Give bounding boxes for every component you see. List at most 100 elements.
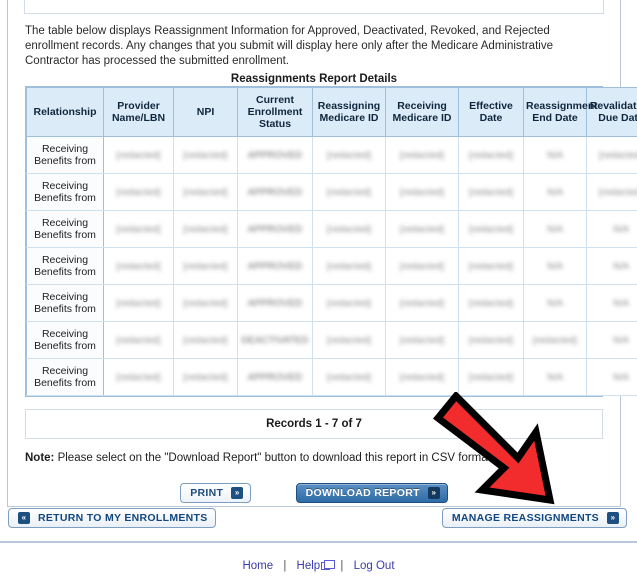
cell-reassignment-end-date: [redacted] <box>523 321 587 359</box>
cell-relationship: Receiving Benefits from <box>26 358 104 396</box>
cell-value: [redacted] <box>116 371 161 383</box>
cell-value: [redacted] <box>326 260 372 272</box>
footer-link-log-out[interactable]: Log Out <box>354 560 395 572</box>
cell-relationship: Receiving Benefits from <box>26 210 104 248</box>
reassignments-table-wrapper: Relationship Provider Name/LBN NPI Curre… <box>25 86 637 397</box>
table-caption: Reassignments Report Details <box>230 73 398 85</box>
cell-receiving-medicare-id: [redacted] <box>385 247 459 285</box>
cell-relationship: Receiving Benefits from <box>26 173 104 211</box>
download-report-button[interactable]: DOWNLOAD REPORT » <box>295 483 448 503</box>
cell-value: N/A <box>613 334 629 346</box>
cell-provider-name: [redacted] <box>103 247 174 285</box>
cell-value: [redacted] <box>183 223 228 235</box>
table-row: Receiving Benefits from [redacted] [redact… <box>26 210 637 248</box>
table-row: Receiving Benefits from [redacted] [redact… <box>26 284 637 322</box>
table-row: Receiving Benefits from [redacted] [redact… <box>26 321 637 359</box>
cell-enrollment-status: APPROVED <box>237 247 313 285</box>
cell-value: [redacted] <box>116 223 161 235</box>
cell-value: [redacted] <box>116 260 161 272</box>
content-frame: Records 1 - 7 of 7 The table below displ… <box>7 0 637 507</box>
cell-value: [redacted] <box>326 149 372 161</box>
cell-reassignment-end-date: N/A <box>523 284 587 322</box>
cell-value: [redacted] <box>183 334 228 346</box>
download-report-button-label: DOWNLOAD REPORT <box>305 487 420 499</box>
cell-receiving-medicare-id: [redacted] <box>385 173 459 211</box>
cell-provider-name: [redacted] <box>103 284 174 322</box>
cell-reassigning-medicare-id: [redacted] <box>312 321 386 359</box>
cell-reassigning-medicare-id: [redacted] <box>312 173 386 211</box>
return-to-my-enrollments-button[interactable]: « RETURN TO MY ENROLLMENTS <box>8 508 216 528</box>
cell-provider-name: [redacted] <box>103 136 174 174</box>
manage-reassignments-button[interactable]: MANAGE REASSIGNMENTS » <box>441 508 627 528</box>
cell-relationship: Receiving Benefits from <box>26 247 104 285</box>
cell-reassignment-end-date: N/A <box>523 247 587 285</box>
cell-enrollment-status: APPROVED <box>237 284 313 322</box>
column-header-npi: NPI <box>173 87 238 137</box>
cell-value: [redacted] <box>468 334 514 346</box>
cell-reassigning-medicare-id: [redacted] <box>312 136 386 174</box>
cell-value: APPROVED <box>247 149 303 161</box>
footer-link-home[interactable]: Home <box>242 560 273 572</box>
cell-enrollment-status: APPROVED <box>237 358 313 396</box>
cell-npi: [redacted] <box>173 358 238 396</box>
cell-value: APPROVED <box>247 297 303 309</box>
footer-link-help[interactable]: Help <box>297 560 321 572</box>
cell-relationship: Receiving Benefits from <box>26 284 104 322</box>
cell-value: APPROVED <box>247 371 303 383</box>
cell-reassigning-medicare-id: [redacted] <box>312 284 386 322</box>
cell-reassignment-end-date: N/A <box>523 358 587 396</box>
download-note: Note: Please select on the "Download Rep… <box>25 452 603 464</box>
records-count-strip: Records 1 - 7 of 7 <box>25 409 603 439</box>
cell-value: [redacted] <box>183 260 228 272</box>
cell-value: [redacted] <box>468 223 514 235</box>
table-body: Receiving Benefits from [redacted] [redact… <box>26 136 637 396</box>
cell-revalidation-due-date: [redacted] <box>586 173 637 211</box>
cell-npi: [redacted] <box>173 210 238 248</box>
cell-value: N/A <box>547 260 563 272</box>
cell-value: [redacted] <box>598 186 637 198</box>
column-header-reassignment-end-date: Reassignment End Date <box>523 87 598 137</box>
cell-value: [redacted] <box>116 297 161 309</box>
cell-value: [redacted] <box>116 149 161 161</box>
cell-value: [redacted] <box>183 297 228 309</box>
cell-npi: [redacted] <box>173 173 238 211</box>
chevron-back-icon: « <box>18 512 30 524</box>
cell-value: [redacted] <box>183 149 228 161</box>
cell-npi: [redacted] <box>173 136 238 174</box>
cell-npi: [redacted] <box>173 247 238 285</box>
cell-value: [redacted] <box>326 223 372 235</box>
cell-value: N/A <box>613 223 629 235</box>
manage-reassignments-label: MANAGE REASSIGNMENTS <box>451 512 599 524</box>
cell-effective-date: [redacted] <box>458 284 524 322</box>
cell-effective-date: [redacted] <box>458 321 524 359</box>
print-button[interactable]: PRINT » <box>180 483 252 503</box>
intro-paragraph: The table below displays Reassignment In… <box>25 25 553 67</box>
chevron-forward-icon: » <box>427 487 440 499</box>
cell-value: [redacted] <box>116 334 161 346</box>
cell-value: N/A <box>613 297 629 309</box>
table-row: Receiving Benefits from [redacted] [redact… <box>26 173 637 211</box>
cell-effective-date: [redacted] <box>458 210 524 248</box>
cell-npi: [redacted] <box>173 321 238 359</box>
print-button-label: PRINT <box>190 487 224 499</box>
cell-relationship: Receiving Benefits from <box>26 136 104 174</box>
column-header-reassigning-medicare-id: Reassigning Medicare ID <box>312 87 386 137</box>
cell-value: N/A <box>547 186 563 198</box>
cell-revalidation-due-date: [redacted] <box>586 136 637 174</box>
external-window-icon <box>321 560 336 570</box>
cell-receiving-medicare-id: [redacted] <box>385 321 459 359</box>
cell-receiving-medicare-id: [redacted] <box>385 210 459 248</box>
cell-value: [redacted] <box>399 334 445 346</box>
note-prefix: Note: <box>25 452 55 464</box>
cell-provider-name: [redacted] <box>103 173 174 211</box>
column-header-provider-name: Provider Name/LBN <box>103 87 174 137</box>
cell-value: N/A <box>547 223 563 235</box>
cell-value: [redacted] <box>399 223 445 235</box>
cell-value: N/A <box>613 371 629 383</box>
column-header-current-enrollment-status: Current Enrollment Status <box>237 87 313 137</box>
table-row: Receiving Benefits from [redacted] [redact… <box>26 136 637 174</box>
cell-value: [redacted] <box>326 186 372 198</box>
note-text: Please select on the "Download Report" b… <box>54 452 495 464</box>
chevron-forward-icon: » <box>231 487 244 499</box>
bottom-navigation-row: « RETURN TO MY ENROLLMENTS MANAGE REASSI… <box>0 508 637 536</box>
